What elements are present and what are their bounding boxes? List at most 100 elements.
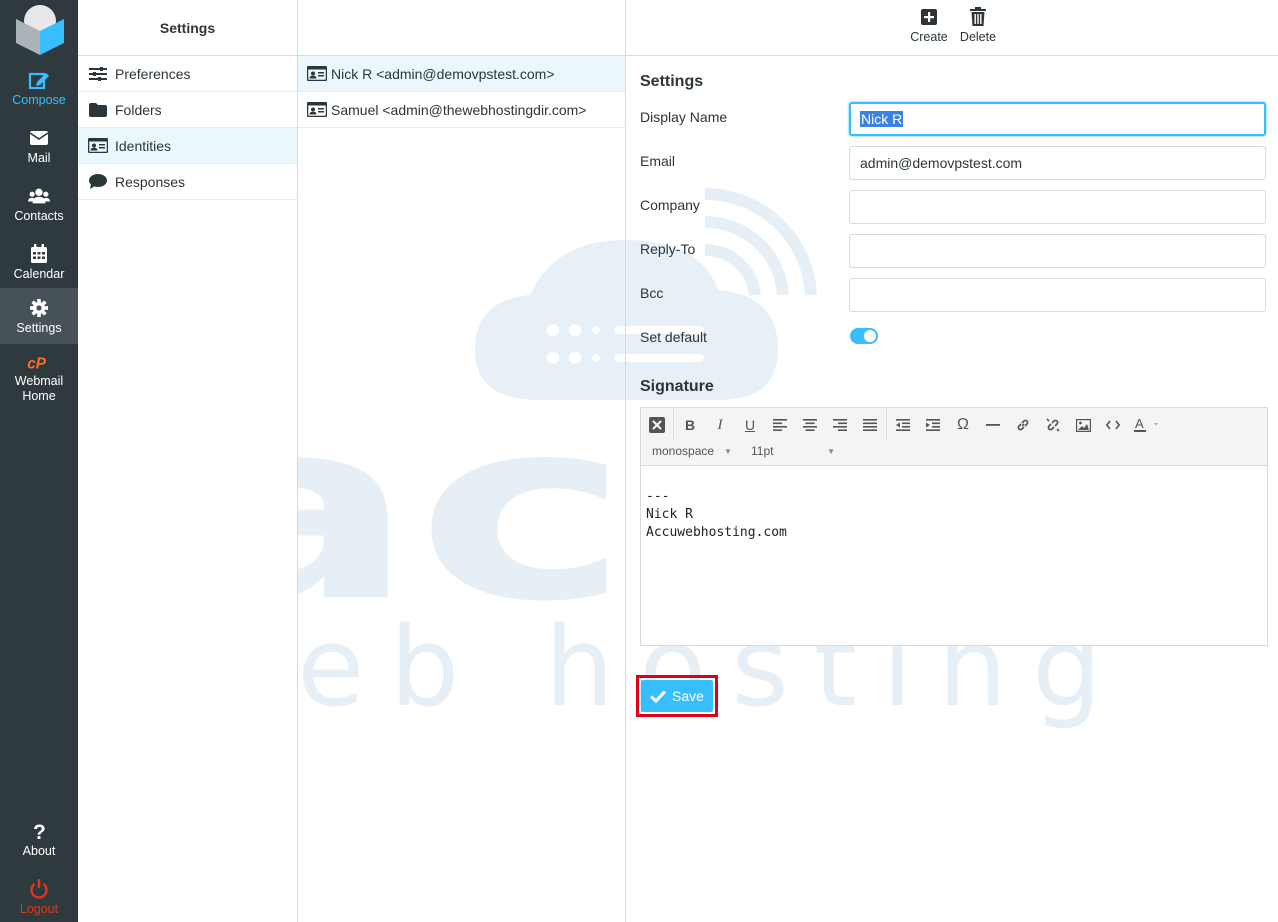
- settings-item-responses[interactable]: Responses: [78, 164, 297, 200]
- question-icon: ?: [33, 821, 46, 841]
- taskmenu-contacts[interactable]: Contacts: [0, 178, 78, 236]
- identity-label: Samuel <admin@thewebhostingdir.com>: [331, 101, 587, 118]
- folder-icon: [88, 102, 108, 118]
- taskmenu-calendar[interactable]: Calendar: [0, 236, 78, 294]
- image-icon[interactable]: [1070, 413, 1096, 437]
- taskmenu: Compose Mail Contacts Calendar Settings …: [0, 0, 78, 922]
- identities-list-panel: Nick R <admin@demovpstest.com> Samuel <a…: [298, 0, 626, 922]
- display-name-field[interactable]: Nick R: [849, 102, 1266, 136]
- save-highlight-frame: Save: [636, 675, 718, 717]
- taskmenu-webmail-home[interactable]: cP Webmail Home: [0, 348, 78, 410]
- create-button[interactable]: Create: [908, 6, 950, 44]
- taskmenu-label: About: [22, 844, 56, 858]
- bcc-label: Bcc: [640, 285, 664, 301]
- create-label: Create: [910, 30, 948, 44]
- comment-icon: [88, 174, 108, 190]
- settings-item-preferences[interactable]: Preferences: [78, 56, 297, 92]
- bcc-field[interactable]: [849, 278, 1266, 312]
- reply-to-field[interactable]: [849, 234, 1266, 268]
- taskmenu-about[interactable]: ? About: [0, 813, 78, 871]
- chevron-down-icon: ▼: [827, 446, 835, 456]
- id-card-icon: [307, 66, 327, 82]
- taskmenu-label: Contacts: [14, 209, 64, 223]
- display-name-value: Nick R: [860, 111, 904, 127]
- settings-item-identities[interactable]: Identities: [78, 128, 297, 164]
- set-default-toggle[interactable]: [850, 328, 878, 344]
- roundcube-logo[interactable]: [14, 3, 66, 55]
- taskmenu-label: Calendar: [13, 267, 65, 281]
- font-family-select[interactable]: monospace ▼: [652, 441, 732, 461]
- taskmenu-settings[interactable]: Settings: [0, 288, 78, 344]
- plus-square-icon: [921, 9, 937, 25]
- svg-text:cP: cP: [27, 355, 46, 372]
- identity-row[interactable]: Samuel <admin@thewebhostingdir.com>: [298, 92, 625, 128]
- delete-button[interactable]: Delete: [958, 6, 998, 44]
- reply-to-label: Reply-To: [640, 241, 696, 257]
- settings-item-label: Identities: [115, 137, 172, 154]
- taskmenu-label: Logout: [19, 902, 59, 916]
- company-field[interactable]: [849, 190, 1266, 224]
- id-card-icon: [88, 138, 108, 154]
- text-color-icon[interactable]: A: [1130, 413, 1166, 437]
- signature-text[interactable]: --- Nick R Accuwebhosting.com: [641, 466, 1267, 564]
- display-name-label: Display Name: [640, 109, 728, 125]
- source-code-icon[interactable]: [1100, 413, 1126, 437]
- delete-label: Delete: [959, 30, 997, 44]
- users-icon: [28, 188, 50, 204]
- toolbar-divider: [673, 408, 674, 440]
- sliders-icon: [88, 66, 108, 82]
- company-label: Company: [640, 197, 700, 213]
- identities-list-header: [298, 0, 625, 56]
- align-left-icon[interactable]: [767, 413, 793, 437]
- chevron-down-icon: ▼: [724, 446, 732, 456]
- special-char-icon[interactable]: Ω: [950, 413, 976, 437]
- taskmenu-label: Settings: [16, 321, 62, 335]
- svg-text:A: A: [1135, 417, 1144, 431]
- calendar-icon: [31, 244, 47, 263]
- taskmenu-logout[interactable]: Logout: [0, 871, 78, 922]
- underline-icon[interactable]: U: [737, 413, 763, 437]
- unlink-icon[interactable]: [1040, 413, 1066, 437]
- settings-item-label: Preferences: [115, 65, 191, 82]
- taskmenu-label: Compose: [12, 93, 66, 107]
- settings-item-label: Folders: [115, 101, 162, 118]
- power-icon: [30, 879, 48, 899]
- identity-label: Nick R <admin@demovpstest.com>: [331, 65, 555, 82]
- editor-toolbar: B I U Ω A monospace ▼ 11pt ▼: [641, 408, 1267, 466]
- svg-text:?: ?: [33, 821, 46, 841]
- taskmenu-label: Webmail Home: [14, 374, 64, 403]
- toggle-knob: [864, 330, 876, 342]
- outdent-icon[interactable]: [890, 413, 916, 437]
- toolbar: Create Delete: [626, 0, 1278, 56]
- signature-section-title: Signature: [640, 378, 714, 395]
- settings-panel-title: Settings: [78, 0, 297, 56]
- email-label: Email: [640, 153, 676, 169]
- taskmenu-mail[interactable]: Mail: [0, 120, 78, 178]
- font-family-value: monospace: [652, 444, 715, 458]
- identity-row[interactable]: Nick R <admin@demovpstest.com>: [298, 56, 625, 92]
- align-justify-icon[interactable]: [857, 413, 883, 437]
- save-label: Save: [672, 688, 704, 704]
- save-button[interactable]: Save: [641, 680, 713, 712]
- set-default-label: Set default: [640, 329, 707, 345]
- trash-icon: [970, 7, 986, 26]
- settings-item-folders[interactable]: Folders: [78, 92, 297, 128]
- link-icon[interactable]: [1010, 413, 1036, 437]
- horizontal-rule-icon[interactable]: [980, 413, 1006, 437]
- check-icon: [650, 689, 667, 703]
- align-right-icon[interactable]: [827, 413, 853, 437]
- identity-edit-panel: Create Delete Settings Display Name Nick…: [626, 0, 1278, 922]
- settings-section-title: Settings: [640, 73, 704, 90]
- taskmenu-compose[interactable]: Compose: [0, 62, 78, 120]
- clear-format-icon[interactable]: [644, 413, 670, 437]
- settings-item-label: Responses: [115, 173, 186, 190]
- font-size-select[interactable]: 11pt ▼: [751, 441, 835, 461]
- email-field[interactable]: [849, 146, 1266, 180]
- font-size-value: 11pt: [751, 444, 774, 458]
- italic-icon[interactable]: I: [707, 413, 733, 437]
- taskmenu-label: Mail: [27, 151, 51, 165]
- align-center-icon[interactable]: [797, 413, 823, 437]
- bold-icon[interactable]: B: [677, 413, 703, 437]
- id-card-icon: [307, 102, 327, 118]
- indent-icon[interactable]: [920, 413, 946, 437]
